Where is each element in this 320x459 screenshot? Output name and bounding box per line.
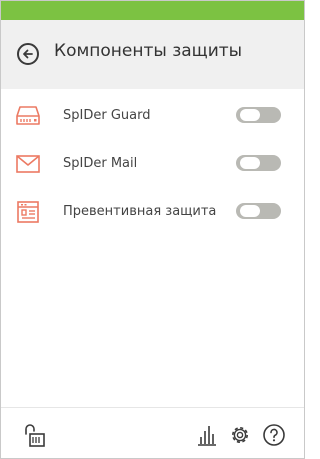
component-row-spider-mail[interactable]: SpIDer Mail [1,143,304,191]
arrow-left-circle-icon [23,49,33,59]
preventive-protection-icon [17,201,39,223]
spider-mail-toggle[interactable] [236,155,281,171]
toggle-knob [240,205,260,217]
gear-icon[interactable] [229,424,251,446]
footer-toolbar [1,407,304,458]
component-label: SpIDer Mail [63,156,138,171]
components-list: SpIDer Guard SpIDer Mail Превентивная за… [1,95,304,239]
back-button[interactable] [17,43,39,65]
bar-chart-icon[interactable] [196,423,218,447]
help-icon[interactable] [263,424,285,446]
page-title: Компоненты защиты [54,41,243,61]
envelope-icon [16,155,40,173]
component-label: Превентивная защита [63,204,217,219]
component-row-spider-guard[interactable]: SpIDer Guard [1,95,304,143]
app-window: Компоненты защиты SpIDer Guard SpIDer Ma… [0,0,305,459]
hard-drive-icon [16,106,40,125]
toggle-knob [240,109,260,121]
component-row-preventive-protection[interactable]: Превентивная защита [1,191,304,239]
toggle-knob [240,157,260,169]
component-label: SpIDer Guard [63,108,151,123]
header: Компоненты защиты [1,20,304,89]
spider-guard-toggle[interactable] [236,107,281,123]
preventive-protection-toggle[interactable] [236,203,281,219]
top-status-bar [1,1,304,20]
unlocked-padlock-icon[interactable] [21,422,47,448]
